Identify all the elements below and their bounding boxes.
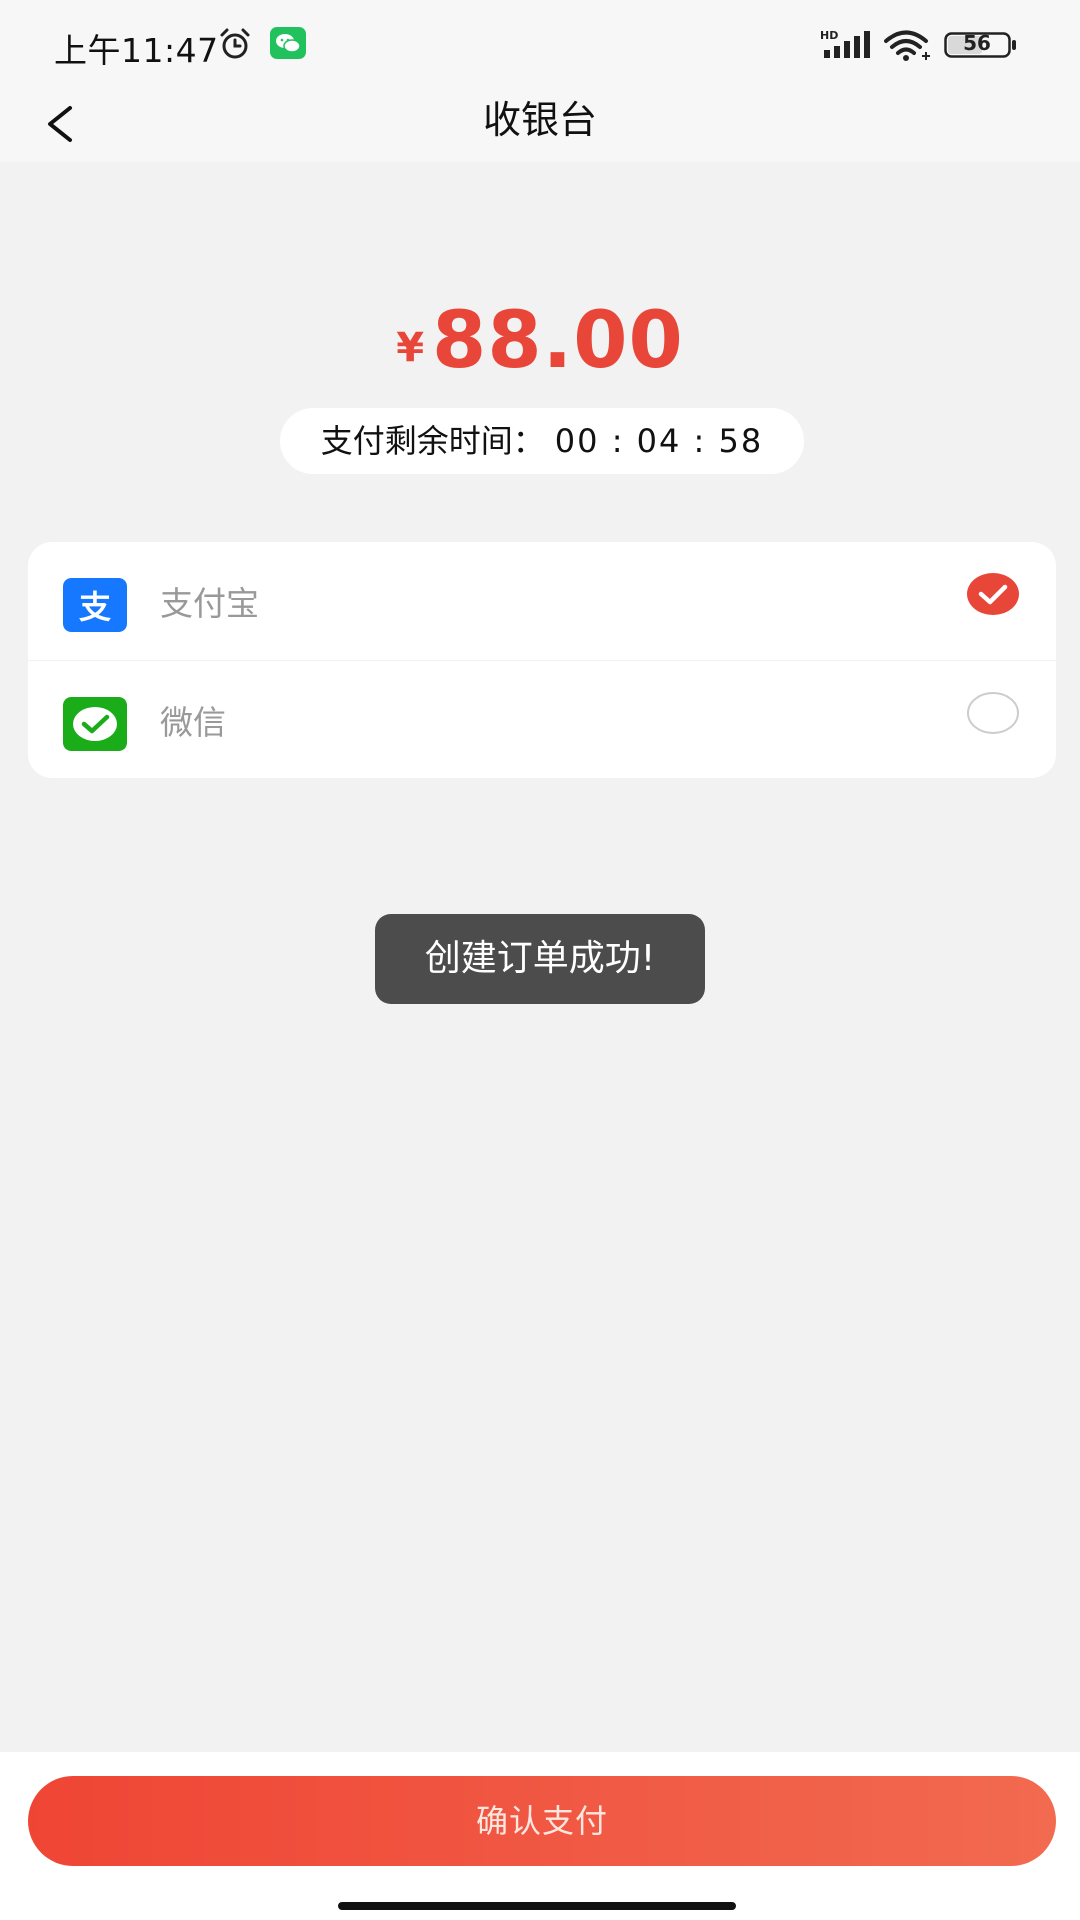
payment-option-label: 微信 [160,703,226,742]
svg-text:支: 支 [79,588,111,626]
status-time: 上午11:47 [54,31,219,70]
payment-option-wechat[interactable]: 微信 [28,660,1056,779]
wifi-icon [884,30,930,61]
bottom-bar: 确认支付 [0,1752,1080,1920]
radio-unchecked-icon[interactable] [966,691,1020,735]
confirm-payment-button[interactable]: 确认支付 [28,1776,1056,1866]
countdown-time: 00 : 04 : 58 [554,422,764,460]
page-title: 收银台 [482,98,597,142]
toast-message: 创建订单成功! [375,914,705,1004]
payment-method-list: 支 支付宝 微信 [28,542,1056,778]
countdown-label: 支付剩余时间： [320,422,545,460]
svg-text:HD: HD [820,29,838,42]
status-bar: 上午11:47 HD 56 [0,0,1080,86]
radio-checked-icon[interactable] [966,572,1020,616]
wechat-pay-icon [63,697,127,751]
payment-option-label: 支付宝 [160,584,259,623]
wechat-notification-icon [270,27,306,59]
payment-option-alipay[interactable]: 支 支付宝 [28,542,1056,660]
amount-value: 88.00 [432,296,684,386]
hd-signal-icon: HD [820,29,870,58]
battery-level: 56 [963,31,991,55]
currency-symbol: ¥ [396,325,425,371]
payment-countdown: 支付剩余时间： 00 : 04 : 58 [280,408,804,474]
home-indicator[interactable] [338,1902,736,1910]
nav-bar: 收银台 [0,86,1080,162]
payment-amount: ¥88.00 [0,296,1080,386]
alarm-icon [220,28,250,59]
alipay-icon: 支 [63,578,127,632]
